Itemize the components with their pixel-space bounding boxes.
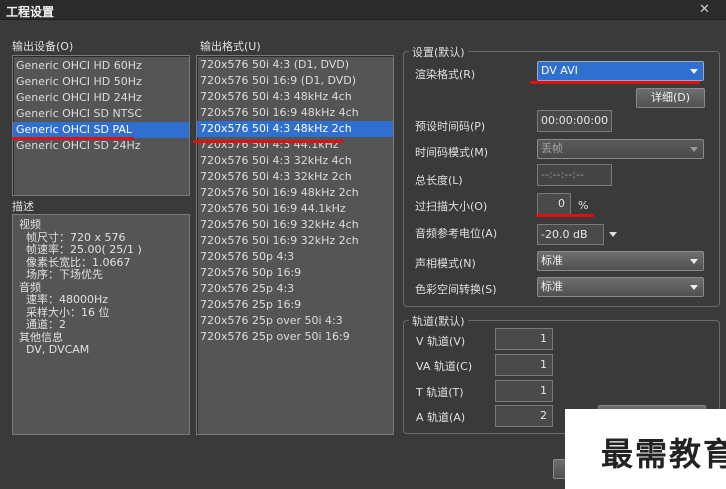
- audio-ref-input[interactable]: -20.0 dB: [537, 224, 604, 245]
- device-list-item[interactable]: Generic OHCI SD 24Hz: [13, 138, 189, 154]
- description-line: 通道：2: [19, 318, 66, 331]
- color-space-label: 色彩空间转换(S): [415, 283, 497, 296]
- format-list-item[interactable]: 720x576 50i 16:9 48kHz 2ch: [197, 185, 393, 201]
- device-list-item[interactable]: Generic OHCI SD NTSC: [13, 106, 189, 122]
- chevron-down-icon: [690, 69, 698, 74]
- watermark-text: 最需教育: [601, 435, 726, 473]
- title-bar: 工程设置 ✕: [0, 0, 726, 20]
- timecode-mode-select: 丢帧: [537, 139, 704, 159]
- detail-button[interactable]: 详细(D): [636, 88, 705, 108]
- overscan-label: 过扫描大小(O): [415, 200, 488, 213]
- format-list-item[interactable]: 720x576 50p 16:9: [197, 265, 393, 281]
- format-list-item[interactable]: 720x576 25p over 50i 4:3: [197, 313, 393, 329]
- pan-mode-value: 标准: [541, 254, 563, 267]
- pan-mode-label: 声相模式(N): [415, 257, 476, 270]
- timecode-mode-value: 丢帧: [541, 142, 563, 155]
- description-label: 描述: [12, 200, 34, 213]
- v-track-label: V 轨道(V): [416, 335, 466, 348]
- annotation-underline-overscan: [536, 214, 594, 217]
- total-length-label: 总长度(L): [415, 174, 463, 187]
- t-track-input[interactable]: 1: [495, 380, 553, 402]
- format-list-item[interactable]: 720x576 50i 4:3 32kHz 4ch: [197, 153, 393, 169]
- render-format-select[interactable]: DV AVI: [537, 61, 704, 81]
- format-list-item[interactable]: 720x576 50i 16:9 32kHz 2ch: [197, 233, 393, 249]
- format-list-item[interactable]: 720x576 50p 4:3: [197, 249, 393, 265]
- timecode-mode-label: 时间码模式(M): [415, 146, 489, 159]
- format-list-item[interactable]: 720x576 50i 16:9 (D1, DVD): [197, 73, 393, 89]
- overscan-input[interactable]: 0: [537, 193, 571, 215]
- device-list-item[interactable]: Generic OHCI HD 60Hz: [13, 58, 189, 74]
- output-device-label: 输出设备(O): [12, 40, 74, 53]
- t-track-label: T 轨道(T): [416, 386, 464, 399]
- color-space-value: 标准: [541, 280, 563, 293]
- close-icon[interactable]: ✕: [699, 2, 710, 17]
- device-list-item[interactable]: Generic OHCI SD PAL: [13, 122, 189, 138]
- a-track-label: A 轨道(A): [416, 411, 466, 424]
- format-list-item[interactable]: 720x576 50i 16:9 44.1kHz: [197, 201, 393, 217]
- output-device-list[interactable]: Generic OHCI HD 60Hz Generic OHCI HD 50Hz…: [12, 55, 190, 196]
- format-list-item[interactable]: 720x576 25p 16:9: [197, 297, 393, 313]
- a-track-input[interactable]: 2: [495, 405, 553, 427]
- output-format-list[interactable]: 720x576 50i 4:3 (D1, DVD) 720x576 50i 16:…: [196, 55, 394, 435]
- description-line: DV, DVCAM: [19, 343, 90, 356]
- total-length-field: --:--:--:--: [537, 164, 612, 186]
- v-track-input[interactable]: 1: [495, 328, 553, 350]
- color-space-select[interactable]: 标准: [537, 277, 704, 297]
- audio-ref-label: 音频参考电位(A): [415, 227, 498, 240]
- settings-group-title: 设置(默认): [409, 44, 468, 60]
- window-title: 工程设置: [6, 5, 55, 19]
- dropdown-arrow-icon[interactable]: [609, 232, 617, 237]
- format-list-item[interactable]: 720x576 50i 4:3 48kHz 2ch: [197, 121, 393, 137]
- format-list-item[interactable]: 720x576 25p 4:3: [197, 281, 393, 297]
- format-list-item[interactable]: 720x576 50i 16:9 48kHz 4ch: [197, 105, 393, 121]
- description-line: 帧速率：25.00( 25/1 ): [19, 243, 142, 256]
- chevron-down-icon: [690, 285, 698, 290]
- pan-mode-select[interactable]: 标准: [537, 251, 704, 271]
- format-list-item[interactable]: 720x576 25p over 50i 16:9: [197, 329, 393, 345]
- render-format-value: DV AVI: [541, 64, 578, 77]
- preset-timecode-input[interactable]: 00:00:00:00: [537, 110, 612, 132]
- format-list-item[interactable]: 720x576 50i 16:9 32kHz 4ch: [197, 217, 393, 233]
- output-format-label: 输出格式(U): [200, 40, 261, 53]
- format-list-item[interactable]: 720x576 50i 4:3 32kHz 2ch: [197, 169, 393, 185]
- annotation-underline-format: [193, 140, 343, 143]
- format-list-item[interactable]: 720x576 50i 4:3 (D1, DVD): [197, 57, 393, 73]
- preset-timecode-label: 预设时间码(P): [415, 120, 486, 133]
- watermark-panel: 最需教育: [565, 409, 726, 489]
- description-box: 视频 帧尺寸：720 x 576 帧速率：25.00( 25/1 ) 像素长宽比…: [12, 214, 190, 435]
- device-list-item[interactable]: Generic OHCI HD 24Hz: [13, 90, 189, 106]
- description-line: 场序：下场优先: [19, 268, 103, 281]
- render-format-label: 渲染格式(R): [415, 68, 476, 81]
- format-list-item[interactable]: 720x576 50i 4:3 48kHz 4ch: [197, 89, 393, 105]
- chevron-down-icon: [690, 259, 698, 264]
- va-track-label: VA 轨道(C): [416, 360, 473, 373]
- annotation-underline-render: [530, 81, 700, 84]
- description-line: 速率：48000Hz: [19, 293, 109, 306]
- annotation-underline-device: [12, 137, 134, 140]
- device-list-item[interactable]: Generic OHCI HD 50Hz: [13, 74, 189, 90]
- tracks-group-title: 轨道(默认): [409, 313, 468, 329]
- description-line: 视频: [19, 218, 41, 231]
- va-track-input[interactable]: 1: [495, 354, 553, 376]
- overscan-unit: %: [578, 199, 589, 212]
- chevron-down-icon: [690, 147, 698, 152]
